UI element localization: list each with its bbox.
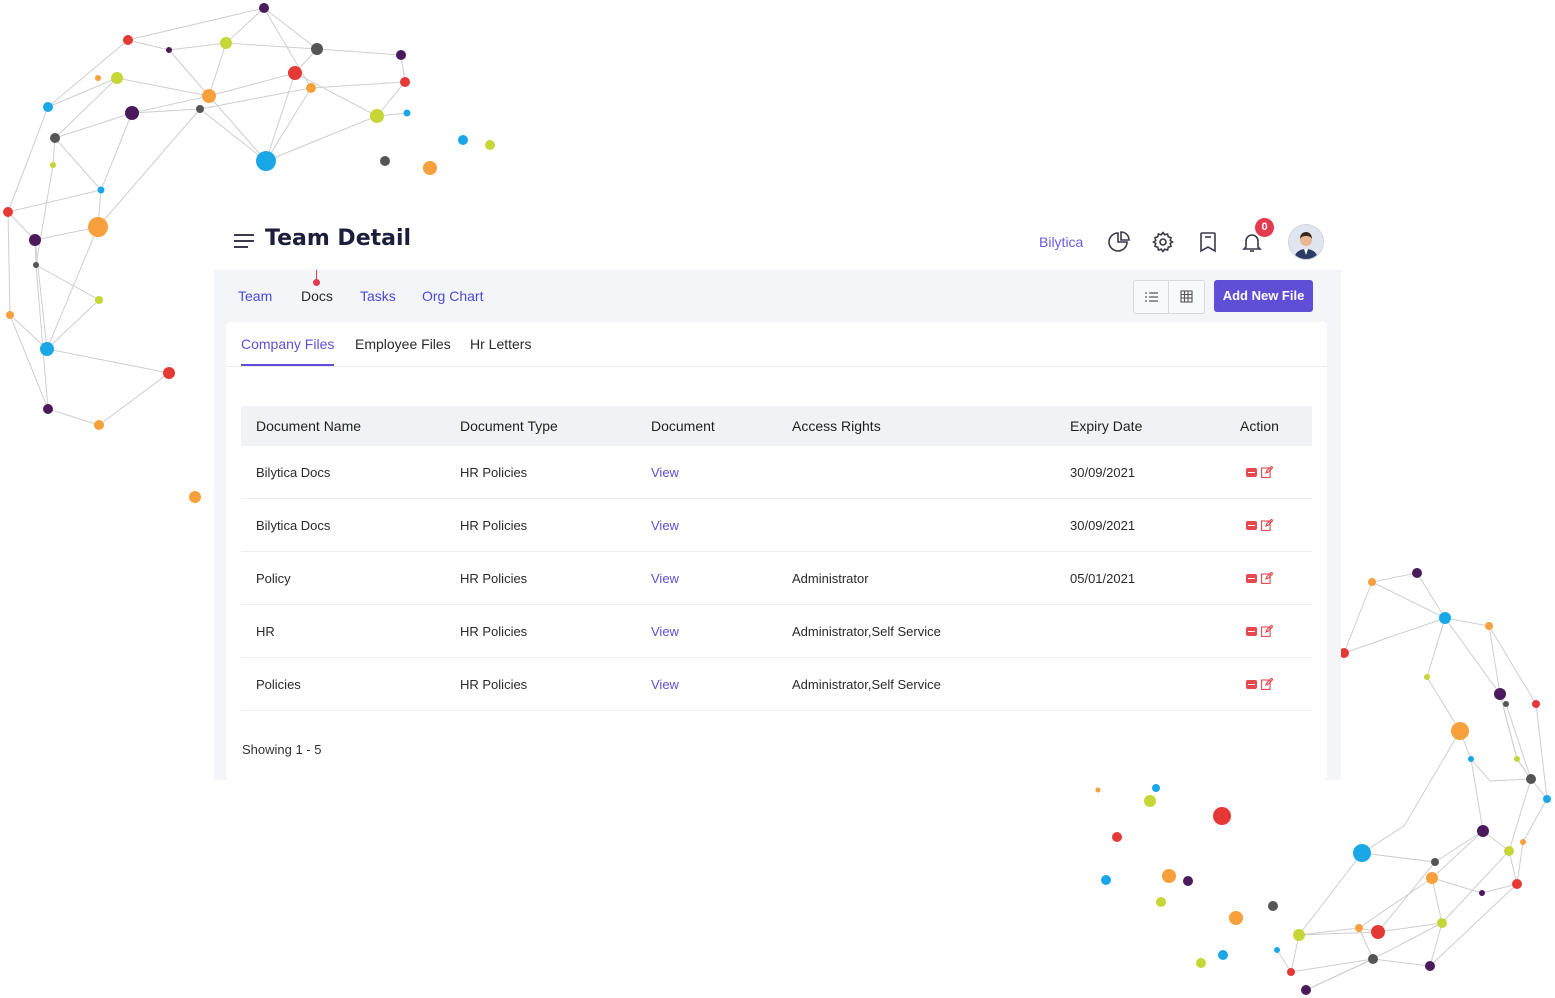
view-document-link[interactable]: View <box>651 624 679 639</box>
table-header-row: Document Name Document Type Document Acc… <box>241 406 1312 446</box>
grid-view-button[interactable] <box>1169 281 1203 313</box>
row-actions <box>1246 466 1273 478</box>
edit-icon[interactable] <box>1261 572 1273 584</box>
view-document-link[interactable]: View <box>651 518 679 533</box>
document-type-cell: HR Policies <box>445 446 636 499</box>
expiry-date-cell: 30/09/2021 <box>1055 498 1225 552</box>
file-category-tabs: Company Files Employee Files Hr Letters <box>226 322 1327 367</box>
document-name-cell: Policy <box>241 551 445 605</box>
access-rights-cell: Administrator,Self Service <box>777 604 1055 658</box>
expiry-date-cell: 05/01/2021 <box>1055 551 1225 605</box>
files-card: Company Files Employee Files Hr Letters … <box>226 322 1327 780</box>
row-actions <box>1246 625 1273 637</box>
access-rights-cell: Administrator,Self Service <box>777 657 1055 711</box>
page-title: Team Detail <box>265 226 412 251</box>
column-header[interactable]: Expiry Date <box>1055 406 1225 446</box>
table-row: Bilytica Docs HR Policies View 30/09/202… <box>241 446 1312 499</box>
company-name[interactable]: Bilytica <box>1039 234 1083 250</box>
document-type-cell: HR Policies <box>445 657 636 711</box>
view-document-link[interactable]: View <box>651 571 679 586</box>
content-area: Team Docs Tasks Org Chart Add New File C… <box>214 270 1341 780</box>
document-name-cell: Policies <box>241 657 445 711</box>
tab-employee-files[interactable]: Employee Files <box>355 336 451 352</box>
expiry-date-cell: 30/09/2021 <box>1055 446 1225 499</box>
list-view-button[interactable] <box>1134 281 1169 313</box>
row-actions <box>1246 572 1273 584</box>
row-actions <box>1246 678 1273 690</box>
tab-hr-letters[interactable]: Hr Letters <box>470 336 531 352</box>
delete-icon[interactable] <box>1246 520 1257 530</box>
access-rights-cell <box>777 446 1055 499</box>
column-header: Action <box>1240 418 1279 434</box>
app-window: Team Detail Bilytica 0 Team Docs Tasks O… <box>214 210 1341 780</box>
delete-icon[interactable] <box>1246 467 1257 477</box>
document-type-cell: HR Policies <box>445 498 636 552</box>
active-tab-indicator <box>313 270 320 286</box>
table-row: Bilytica Docs HR Policies View 30/09/202… <box>241 498 1312 552</box>
row-actions <box>1246 519 1273 531</box>
document-name-cell: Bilytica Docs <box>241 446 445 499</box>
tab-tasks[interactable]: Tasks <box>360 288 396 304</box>
document-name-cell: Bilytica Docs <box>241 498 445 552</box>
column-header[interactable]: Document Name <box>241 406 445 446</box>
view-toggle <box>1133 280 1205 314</box>
view-document-link[interactable]: View <box>651 677 679 692</box>
column-header[interactable]: Access Rights <box>777 406 1055 446</box>
edit-icon[interactable] <box>1261 625 1273 637</box>
pagination-summary: Showing 1 - 5 <box>242 742 322 757</box>
delete-icon[interactable] <box>1246 679 1257 689</box>
active-subtab-underline <box>241 364 334 366</box>
column-header[interactable]: Document Type <box>445 406 636 446</box>
table-row: HR HR Policies View Administrator,Self S… <box>241 604 1312 658</box>
avatar[interactable] <box>1288 224 1324 260</box>
menu-icon[interactable] <box>234 234 254 248</box>
tab-team[interactable]: Team <box>238 288 272 304</box>
tab-company-files[interactable]: Company Files <box>241 336 334 352</box>
notification-badge: 0 <box>1255 218 1274 237</box>
pie-chart-icon[interactable] <box>1107 230 1131 254</box>
bookmark-icon[interactable] <box>1196 230 1220 254</box>
document-name-cell: HR <box>241 604 445 658</box>
grid-view-icon <box>1180 290 1193 303</box>
documents-table: Document Name Document Type Document Acc… <box>241 406 1312 711</box>
tab-org-chart[interactable]: Org Chart <box>422 288 483 304</box>
add-new-file-button[interactable]: Add New File <box>1214 280 1313 312</box>
top-header: Team Detail Bilytica 0 <box>214 210 1341 270</box>
view-document-link[interactable]: View <box>651 465 679 480</box>
tab-docs[interactable]: Docs <box>301 288 333 304</box>
expiry-date-cell <box>1055 604 1225 658</box>
edit-icon[interactable] <box>1261 678 1273 690</box>
access-rights-cell <box>777 498 1055 552</box>
list-view-icon <box>1145 292 1158 302</box>
document-type-cell: HR Policies <box>445 551 636 605</box>
edit-icon[interactable] <box>1261 519 1273 531</box>
delete-icon[interactable] <box>1246 573 1257 583</box>
table-row: Policies HR Policies View Administrator,… <box>241 657 1312 711</box>
access-rights-cell: Administrator <box>777 551 1055 605</box>
expiry-date-cell <box>1055 657 1225 711</box>
column-header[interactable]: Document <box>636 406 777 446</box>
user-avatar-icon <box>1289 225 1323 259</box>
table-row: Policy HR Policies View Administrator 05… <box>241 551 1312 605</box>
edit-icon[interactable] <box>1261 466 1273 478</box>
gear-icon[interactable] <box>1151 230 1175 254</box>
document-type-cell: HR Policies <box>445 604 636 658</box>
delete-icon[interactable] <box>1246 626 1257 636</box>
